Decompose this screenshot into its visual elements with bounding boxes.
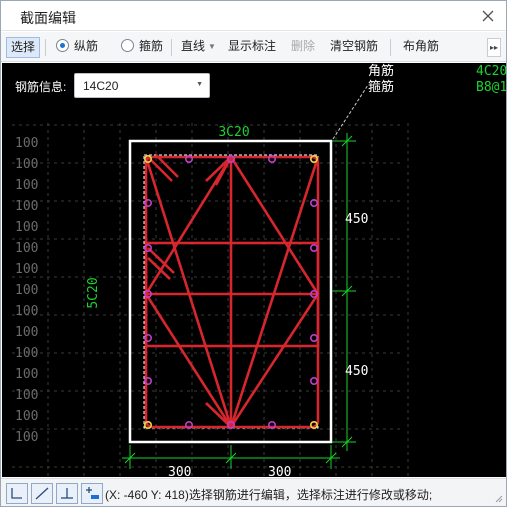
grid-value-label: 100 [15, 157, 38, 172]
dimension-left-label[interactable]: 300 [168, 465, 191, 477]
dimension-right-label[interactable]: 300 [268, 465, 291, 477]
rebar-info-select[interactable]: 14C20 ▼ [74, 73, 210, 98]
grid-value-label: 100 [15, 241, 38, 256]
perpendicular-button[interactable] [56, 483, 78, 504]
close-icon [482, 10, 494, 22]
add-rebar-icon [86, 487, 99, 499]
toolbar-separator [390, 39, 391, 56]
legend-leader-line [332, 84, 369, 140]
stirrup-group[interactable] [144, 154, 320, 430]
grid-value-label: 100 [15, 430, 38, 445]
line-type-dropdown[interactable]: 直线 ▼ [181, 37, 216, 58]
legend-corner-label: 角筋 [368, 63, 394, 79]
rebar-info-value: 14C20 [83, 79, 119, 93]
rebar-point[interactable] [309, 244, 318, 253]
grid-value-label: 100 [15, 409, 38, 424]
close-button[interactable] [478, 6, 498, 26]
chevron-down-icon: ▼ [208, 42, 216, 51]
stirrup-value[interactable]: B8@1 [476, 80, 506, 95]
corner-rebar-value[interactable]: 4C20 [476, 64, 506, 79]
grid-value-label: 100 [15, 304, 38, 319]
rebar-info-label: 钢筋信息: [15, 80, 67, 94]
dimension-upper-label[interactable]: 450 [345, 212, 368, 227]
rebar-point[interactable] [309, 333, 318, 342]
clear-rebar-button[interactable]: 清空钢筋 [330, 37, 378, 58]
grid-value-label: 100 [15, 199, 38, 214]
orthogonal-icon [11, 488, 22, 499]
grid-value-label: 100 [15, 283, 38, 298]
drawing-canvas[interactable]: 100 100 100 100 100 100 100 100 100 100 100 100 100 1… [2, 63, 506, 477]
toolbar: 选择 纵筋 箍筋 直线 ▼ 显示标注 删除 清空钢筋 布角筋 ▸▸ [1, 32, 506, 62]
grid-value-label: 100 [15, 367, 38, 382]
resize-grip-icon[interactable] [493, 493, 503, 503]
add-rebar-button[interactable] [81, 483, 103, 504]
grid-value-label: 100 [15, 136, 38, 151]
window-title: 截面编辑 [20, 10, 76, 26]
corner-rebar-button[interactable]: 布角筋 [403, 37, 439, 58]
free-line-button[interactable] [31, 483, 53, 504]
status-bar: (X: -460 Y: 418)选择钢筋进行编辑，选择标注进行修改或移动; [1, 478, 506, 506]
select-tool-button[interactable]: 选择 [6, 37, 41, 58]
diagonal-tie-right[interactable] [229, 156, 320, 428]
grid-labels: 100 100 100 100 100 100 100 100 100 100 100 100 100 1… [15, 136, 38, 445]
show-annotation-button[interactable]: 显示标注 [228, 37, 276, 58]
section-editor-window: 截面编辑 选择 纵筋 箍筋 直线 ▼ 显示标注 删除 清空钢筋 布角筋 ▸▸ 10… [0, 0, 507, 507]
top-rebar-label[interactable]: 3C20 [218, 125, 249, 140]
dimension-lines[interactable] [122, 133, 356, 469]
stirrup-radio[interactable] [121, 39, 134, 52]
toolbar-separator [45, 39, 46, 56]
grid-value-label: 100 [15, 262, 38, 277]
legend-stirrup-label: 箍筋 [368, 79, 394, 95]
diagonal-tie-left[interactable] [144, 156, 233, 428]
chevron-down-icon: ▼ [196, 81, 203, 88]
grid-value-label: 100 [15, 388, 38, 403]
delete-button[interactable]: 删除 [291, 37, 315, 58]
grid-value-label: 100 [15, 220, 38, 235]
rebar-point[interactable] [309, 376, 318, 385]
grid-value-label: 100 [15, 346, 38, 361]
longitudinal-radio[interactable] [56, 39, 69, 52]
toolbar-overflow-button[interactable]: ▸▸ [487, 38, 501, 57]
grid-value-label: 100 [15, 178, 38, 193]
status-text: (X: -460 Y: 418)选择钢筋进行编辑，选择标注进行修改或移动; [105, 486, 432, 503]
grid-value-label: 100 [15, 325, 38, 340]
longitudinal-radio-label[interactable]: 纵筋 [74, 37, 98, 58]
status-coords: (X: -460 Y: 418) [105, 488, 189, 502]
side-rebar-label[interactable]: 5C20 [86, 277, 101, 308]
title-bar: 截面编辑 [1, 1, 506, 31]
perpendicular-icon [61, 488, 73, 499]
diagonal-line-icon [35, 487, 49, 500]
status-message: 选择钢筋进行编辑，选择标注进行修改或移动; [188, 488, 433, 502]
section-drawing[interactable]: 100 100 100 100 100 100 100 100 100 100 100 100 100 1… [2, 63, 506, 477]
stirrup-radio-label[interactable]: 箍筋 [139, 37, 163, 58]
orthogonal-snap-button[interactable] [6, 483, 28, 504]
toolbar-separator [171, 39, 172, 56]
line-type-label: 直线 [181, 39, 206, 53]
dimension-lower-label[interactable]: 450 [345, 364, 368, 379]
